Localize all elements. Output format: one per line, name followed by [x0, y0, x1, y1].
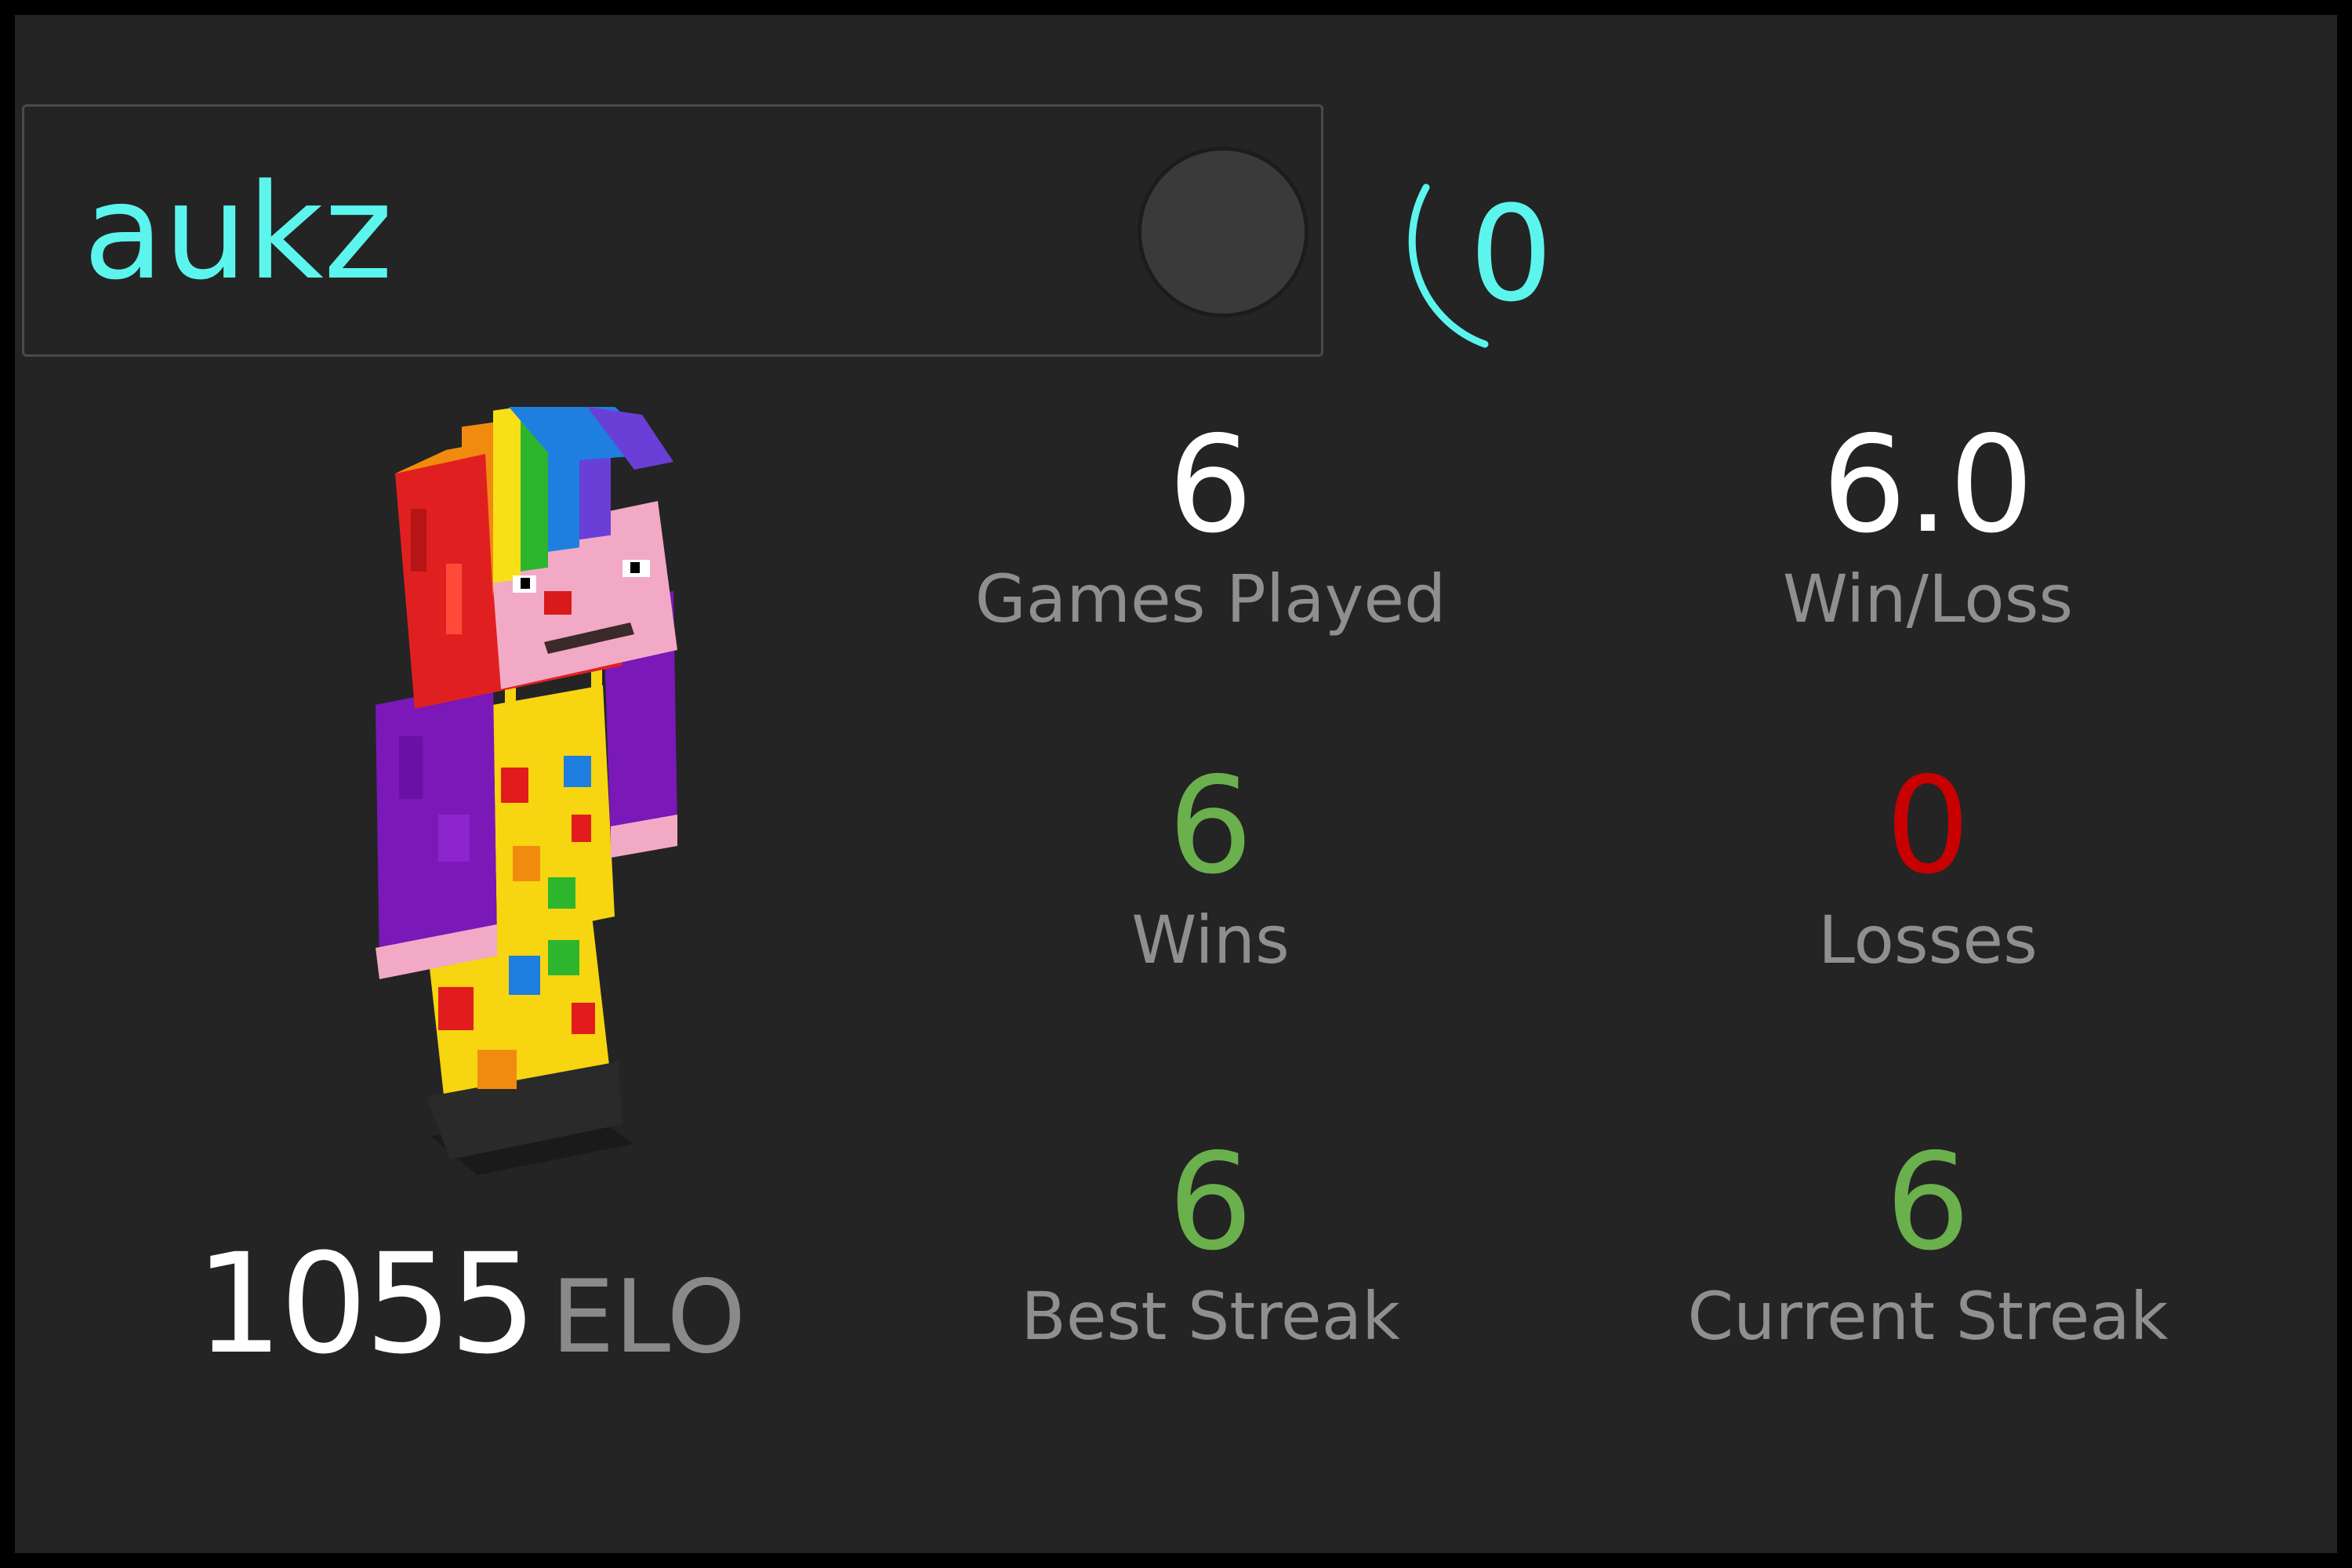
wins-label: Wins	[1131, 902, 1290, 978]
losses-label: Losses	[1818, 902, 2038, 978]
player-avatar	[376, 407, 677, 1175]
games-played-value: 6	[1167, 408, 1254, 563]
current-streak-value: 6	[1885, 1125, 1971, 1280]
elo-label: ELO	[550, 1259, 746, 1376]
win-loss-value: 6.0	[1821, 408, 2034, 563]
elo-value: 1055	[195, 1224, 537, 1385]
games-played-label: Games Played	[975, 561, 1446, 637]
best-streak-value: 6	[1167, 1125, 1254, 1280]
rank-value: 0	[1469, 177, 1553, 331]
current-streak-label: Current Streak	[1687, 1278, 2169, 1355]
stat-games-played: 6 Games Played	[913, 415, 1508, 642]
player-stats-card: aukz 0 1055 ELO 6 Games Played 6.0 Win/L…	[15, 15, 2337, 1553]
stat-wins: 6 Wins	[913, 756, 1508, 983]
username: aukz	[83, 155, 393, 309]
wins-value: 6	[1167, 749, 1254, 904]
stat-win-loss: 6.0 Win/Loss	[1630, 415, 2226, 642]
stat-current-streak: 6 Current Streak	[1630, 1132, 2226, 1359]
status-indicator-icon	[1138, 147, 1308, 318]
win-loss-label: Win/Loss	[1782, 561, 2074, 637]
stat-losses: 0 Losses	[1630, 756, 2226, 983]
best-streak-label: Best Streak	[1021, 1278, 1400, 1355]
losses-value: 0	[1885, 749, 1971, 904]
elo-rating: 1055 ELO	[195, 1218, 746, 1404]
username-box: aukz	[22, 104, 1323, 357]
stat-best-streak: 6 Best Streak	[913, 1132, 1508, 1359]
